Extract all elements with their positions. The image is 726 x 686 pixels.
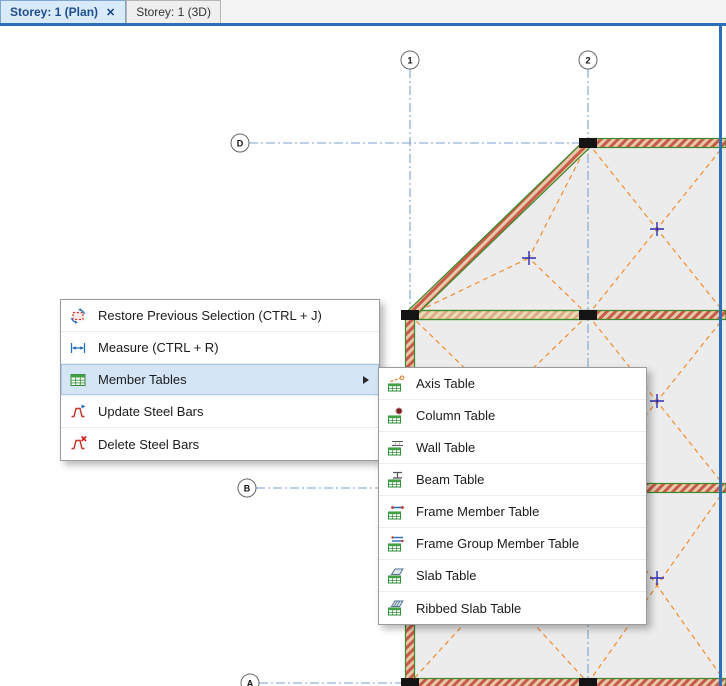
application-window: 1 2 D B A Storey: 1 (Plan) ✕ — [0, 0, 726, 686]
beam — [588, 139, 726, 148]
context-menu: Restore Previous Selection (CTRL + J) Me… — [60, 299, 380, 461]
submenu-item-axis-table[interactable]: Axis Table — [379, 368, 646, 400]
column-table-icon — [386, 407, 406, 425]
tab-close-icon[interactable]: ✕ — [105, 6, 116, 19]
menu-item-measure[interactable]: Measure (CTRL + R) — [61, 332, 379, 364]
menu-item-label: Measure (CTRL + R) — [98, 340, 219, 355]
menu-item-label: Slab Table — [416, 568, 476, 583]
menu-item-member-tables[interactable]: Member Tables — [61, 364, 379, 396]
submenu-item-frame-member-table[interactable]: Frame Member Table — [379, 496, 646, 528]
menu-item-label: Ribbed Slab Table — [416, 601, 521, 616]
axis-bubble-1: 1 — [401, 51, 419, 69]
frame-member-table-icon — [386, 503, 406, 521]
submenu-item-column-table[interactable]: Column Table — [379, 400, 646, 432]
delete-steel-bars-icon — [68, 435, 88, 453]
member-tables-submenu: Axis Table Column Table — [378, 367, 647, 625]
menu-item-label: Wall Table — [416, 440, 475, 455]
tab-storey-1-plan[interactable]: Storey: 1 (Plan) ✕ — [0, 0, 126, 23]
wall-table-icon — [386, 439, 406, 457]
restore-selection-icon — [68, 307, 88, 325]
tab-label: Storey: 1 (Plan) — [10, 5, 98, 19]
menu-item-label: Update Steel Bars — [98, 404, 204, 419]
submenu-item-frame-group-member-table[interactable]: Frame Group Member Table — [379, 528, 646, 560]
axis-label: 2 — [585, 56, 590, 66]
menu-item-label: Restore Previous Selection (CTRL + J) — [98, 308, 322, 323]
axis-label: B — [244, 484, 251, 494]
beam-table-icon — [386, 471, 406, 489]
column — [401, 678, 419, 686]
update-steel-bars-icon — [68, 403, 88, 421]
axis-label: D — [237, 139, 244, 149]
axis-bubble-d: D — [231, 134, 249, 152]
measure-icon — [68, 339, 88, 357]
axis-bubble-a: A — [241, 674, 259, 686]
column — [579, 138, 597, 148]
axis-bubble-2: 2 — [579, 51, 597, 69]
tab-storey-1-3d[interactable]: Storey: 1 (3D) — [126, 0, 221, 23]
menu-item-label: Column Table — [416, 408, 495, 423]
beam — [588, 311, 726, 320]
column — [401, 310, 419, 320]
tab-label: Storey: 1 (3D) — [136, 5, 211, 19]
menu-item-label: Beam Table — [416, 472, 484, 487]
submenu-item-wall-table[interactable]: Wall Table — [379, 432, 646, 464]
axis-label: 1 — [407, 56, 412, 66]
ribbed-slab-table-icon — [386, 599, 406, 617]
menu-item-update-steel-bars[interactable]: Update Steel Bars — [61, 396, 379, 428]
beam — [410, 679, 726, 686]
member-tables-icon — [68, 371, 88, 389]
menu-item-delete-steel-bars[interactable]: Delete Steel Bars — [61, 428, 379, 460]
viewport-border-top — [0, 23, 726, 26]
menu-item-label: Frame Group Member Table — [416, 536, 579, 551]
axis-bubble-b: B — [238, 479, 256, 497]
submenu-item-slab-table[interactable]: Slab Table — [379, 560, 646, 592]
menu-item-label: Axis Table — [416, 376, 475, 391]
axis-label: A — [247, 679, 254, 686]
menu-item-restore-previous-selection[interactable]: Restore Previous Selection (CTRL + J) — [61, 300, 379, 332]
submenu-arrow-icon — [363, 376, 369, 384]
viewport-border-right — [719, 23, 722, 686]
submenu-item-beam-table[interactable]: Beam Table — [379, 464, 646, 496]
slab-table-icon — [386, 567, 406, 585]
menu-item-label: Member Tables — [98, 372, 187, 387]
column — [579, 310, 597, 320]
document-tab-bar: Storey: 1 (Plan) ✕ Storey: 1 (3D) — [0, 0, 726, 23]
menu-item-label: Frame Member Table — [416, 504, 539, 519]
beam — [410, 311, 588, 320]
column — [579, 678, 597, 686]
frame-group-member-table-icon — [386, 535, 406, 553]
menu-item-label: Delete Steel Bars — [98, 437, 199, 452]
axis-table-icon — [386, 375, 406, 393]
submenu-item-ribbed-slab-table[interactable]: Ribbed Slab Table — [379, 592, 646, 624]
